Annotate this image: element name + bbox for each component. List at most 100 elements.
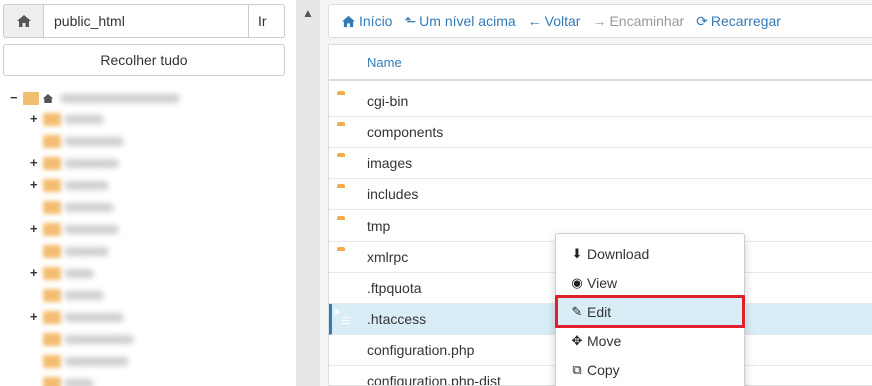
tree-item[interactable] [40, 198, 114, 216]
path-input[interactable] [43, 4, 249, 38]
path-bar: Ir [3, 4, 285, 38]
file-name: .ftpquota [367, 280, 422, 296]
tree-item[interactable]: + [30, 308, 124, 326]
table-row[interactable]: cgi-bin [329, 86, 872, 117]
file-name: configuration.php [367, 342, 475, 358]
name-column-header[interactable]: Name [367, 55, 402, 70]
back-link[interactable]: ← Voltar [528, 13, 581, 29]
blurred-tree-label [64, 312, 124, 322]
home-link-label: Início [359, 13, 393, 29]
forward-label: Encaminhar [609, 13, 685, 29]
folder-icon [43, 354, 61, 368]
tree-item[interactable] [40, 352, 129, 370]
tree-item[interactable]: + [30, 110, 104, 128]
file-name: components [367, 124, 444, 140]
blurred-tree-label [64, 246, 109, 256]
file-name: includes [367, 186, 419, 202]
collapse-all-button[interactable]: Recolher tudo [3, 44, 285, 76]
context-menu-move[interactable]: ✥ Move [556, 326, 746, 355]
tree-item[interactable]: + [30, 220, 119, 238]
folder-icon [43, 266, 61, 280]
blurred-tree-label [64, 268, 94, 278]
file-name: xmlrpc [367, 249, 409, 265]
folder-icon [43, 112, 61, 126]
directory-tree-panel: Ir Recolher tudo − + + + + + + [0, 0, 296, 386]
download-label: Download [587, 245, 650, 262]
expand-icon[interactable]: + [30, 222, 40, 235]
arrow-left-icon: ← [527, 13, 542, 29]
folder-icon [43, 310, 61, 324]
file-name: tmp [367, 218, 391, 234]
table-row[interactable]: includes [329, 179, 872, 210]
view-label: View [587, 274, 618, 291]
blurred-tree-label [64, 180, 109, 190]
file-name: .htaccess [367, 311, 427, 327]
edit-highlight-box [555, 295, 745, 328]
copy-icon: ⧉ [572, 361, 582, 377]
folder-icon [43, 222, 61, 236]
chevron-up-icon[interactable]: ▲ [302, 6, 314, 20]
folder-icon [43, 376, 61, 386]
tree-item[interactable] [40, 286, 104, 304]
table-header: Name [329, 45, 872, 81]
expand-icon[interactable]: + [30, 112, 40, 125]
forward-link[interactable]: → Encaminhar [592, 13, 684, 29]
file-name: cgi-bin [367, 93, 409, 109]
level-up-icon: ⬑ [404, 12, 417, 29]
home-icon [16, 15, 31, 27]
tree-item[interactable] [40, 242, 109, 260]
refresh-icon: ⟳ [696, 12, 708, 29]
context-menu-view[interactable]: ◉ View [556, 268, 746, 297]
up-one-level-link[interactable]: ⬑ Um nível acima [404, 13, 515, 30]
blurred-tree-label [64, 202, 114, 212]
reload-label: Recarregar [710, 13, 781, 29]
tree-item[interactable]: + [30, 154, 119, 172]
folder-icon [43, 200, 61, 214]
expand-icon[interactable]: + [30, 178, 40, 191]
blurred-tree-label [60, 93, 180, 103]
blurred-tree-label [64, 356, 129, 366]
expand-icon[interactable]: + [30, 156, 40, 169]
home-button[interactable] [3, 4, 43, 38]
tree-item[interactable] [40, 374, 94, 386]
blurred-tree-label [64, 136, 124, 146]
panel-splitter[interactable]: ▲ [296, 0, 320, 386]
file-name: configuration.php-dist [367, 373, 501, 386]
go-button[interactable]: Ir [249, 4, 285, 38]
tree-root[interactable]: − [10, 89, 180, 107]
folder-icon [43, 134, 61, 148]
folder-icon [43, 156, 61, 170]
table-row[interactable]: components [329, 117, 872, 148]
blurred-tree-label [64, 290, 104, 300]
download-icon: ⬇ [571, 245, 583, 261]
eye-icon: ◉ [571, 274, 583, 290]
reload-link[interactable]: ⟳ Recarregar [696, 13, 781, 30]
blurred-tree-label [64, 224, 119, 234]
file-name: images [367, 155, 413, 171]
tree-item[interactable] [40, 330, 134, 348]
expand-icon[interactable]: + [30, 266, 40, 279]
table-row[interactable]: images [329, 148, 872, 179]
file-manager: Ir Recolher tudo − + + + + + + ▲ [0, 0, 872, 386]
context-menu-copy[interactable]: ⧉ Copy [556, 355, 746, 384]
tree-item[interactable] [40, 132, 124, 150]
arrow-right-icon: → [592, 13, 607, 29]
blurred-tree-label [64, 378, 94, 386]
home-icon [42, 93, 54, 103]
folder-icon [43, 288, 61, 302]
tree-item[interactable]: + [30, 264, 94, 282]
home-link[interactable]: Início [341, 13, 392, 29]
expand-icon[interactable]: + [30, 310, 40, 323]
folder-icon [43, 332, 61, 346]
folder-icon [43, 178, 61, 192]
folder-icon [43, 244, 61, 258]
navigation-toolbar: Início ⬑ Um nível acima ← Voltar → Encam… [328, 4, 872, 38]
blurred-tree-label [64, 334, 134, 344]
context-menu-download[interactable]: ⬇ Download [556, 239, 746, 268]
move-icon: ✥ [571, 332, 583, 348]
up-one-level-label: Um nível acima [419, 13, 516, 29]
copy-label: Copy [587, 361, 620, 378]
collapse-icon[interactable]: − [10, 91, 20, 104]
tree-item[interactable]: + [30, 176, 109, 194]
directory-tree: − + + + + + + [0, 84, 296, 386]
